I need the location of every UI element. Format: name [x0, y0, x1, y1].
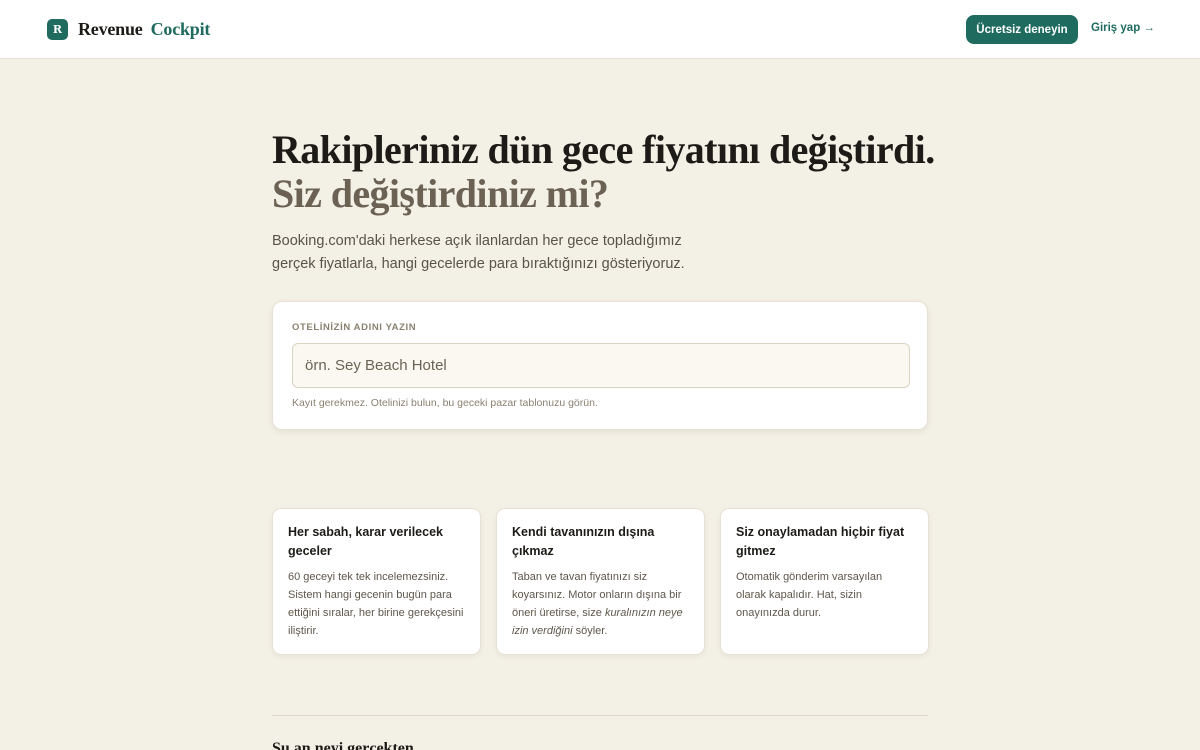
hotel-search-label: OTELİNİZİN ADINI YAZIN: [292, 322, 417, 333]
hero-title-line2: Siz değiştirdiniz mi?: [272, 171, 609, 216]
hero-title: Rakipleriniz dün gece fiyatını değiştird…: [272, 128, 972, 216]
feature-title: Siz onaylamadan hiçbir fiyat gitmez: [736, 525, 905, 558]
section-divider: [272, 715, 928, 716]
brand-logo[interactable]: R Revenue Cockpit: [47, 18, 210, 40]
feature-card-approval: Siz onaylamadan hiçbir fiyat gitmez Otom…: [720, 508, 929, 655]
feature-body-text-end: söyler.: [572, 625, 608, 637]
brand-name: Revenue: [78, 18, 143, 39]
feature-body: Taban ve tavan fiyatınızı siz koyarsınız…: [512, 568, 689, 640]
feature-title: Her sabah, karar verilecek geceler: [288, 525, 443, 558]
hotel-search-card: OTELİNİZİN ADINI YAZIN Kayıt gerekmez. O…: [272, 301, 928, 430]
hotel-search-hint: Kayıt gerekmez. Otelinizi bulun, bu gece…: [292, 397, 598, 409]
hero-title-line1: Rakipleriniz dün gece fiyatını değiştird…: [272, 127, 935, 172]
feature-card-daily-decisions: Her sabah, karar verilecek geceler 60 ge…: [272, 508, 481, 655]
feature-title: Kendi tavanınızın dışına çıkmaz: [512, 525, 655, 558]
feature-body: Otomatik gönderim varsayılan olarak kapa…: [736, 571, 883, 619]
feature-card-price-ceiling: Kendi tavanınızın dışına çıkmaz Taban ve…: [496, 508, 705, 655]
free-trial-button[interactable]: Ücretsiz deneyin: [966, 15, 1078, 44]
next-section-heading: Şu an neyi gerçekten: [272, 740, 414, 750]
feature-body: 60 geceyi tek tek incelemezsiniz. Sistem…: [288, 571, 464, 637]
brand-mark-icon: R: [47, 18, 68, 40]
hotel-search-input[interactable]: [292, 343, 910, 388]
top-navigation: R Revenue Cockpit Ücretsiz deneyin Giriş…: [0, 0, 1200, 59]
login-link[interactable]: Giriş yap →: [1091, 22, 1155, 34]
brand-name-accent: Cockpit: [150, 18, 211, 39]
hero-subtitle: Booking.com'daki herkese açık ilanlardan…: [272, 233, 685, 272]
